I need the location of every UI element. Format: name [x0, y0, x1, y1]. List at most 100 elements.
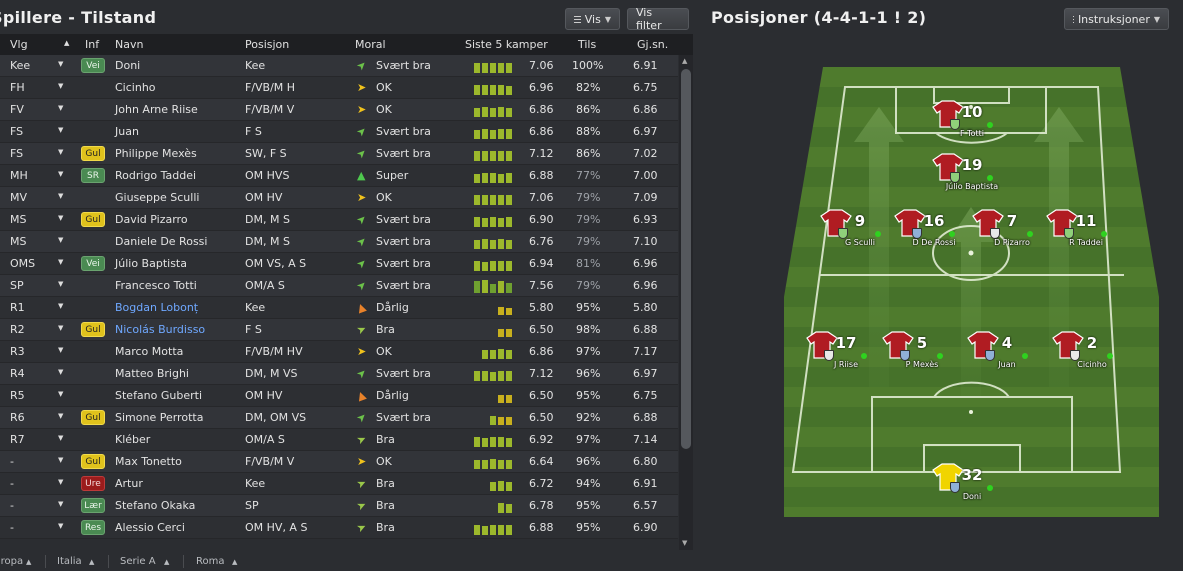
player-name[interactable]: Stefano Guberti	[115, 389, 202, 402]
instructions-button[interactable]: Instruksjoner ▼	[1064, 8, 1169, 30]
filter-button[interactable]: Vis filter	[627, 6, 689, 32]
player-name[interactable]: Stefano Okaka	[115, 499, 195, 512]
chevron-down-icon[interactable]: ▼	[58, 434, 63, 442]
chevron-down-icon[interactable]: ▼	[58, 478, 63, 486]
table-row[interactable]: FS ▼ Gul Philippe Mexès SW, F S ➤ Svært bra 7.1…	[0, 143, 678, 165]
chevron-down-icon[interactable]: ▼	[58, 236, 63, 244]
player-name[interactable]: Matteo Brighi	[115, 367, 189, 380]
player-name[interactable]: Philippe Mexès	[115, 147, 197, 160]
breadcrumb-item[interactable]: Roma	[196, 556, 225, 567]
table-row[interactable]: R2 ▼ Gul Nicolás Burdisso F S ➤ Bra 6.50 98% 6.88	[0, 319, 678, 341]
table-row[interactable]: R6 ▼ Gul Simone Perrotta DM, OM VS ➤ Svært bra…	[0, 407, 678, 429]
player-marker[interactable]: 4 Juan	[967, 331, 1047, 381]
player-name[interactable]: Max Tonetto	[115, 455, 182, 468]
player-marker[interactable]: 9 G Sculli	[820, 209, 900, 259]
selection-cell[interactable]: R2	[10, 323, 25, 336]
selection-cell[interactable]: FV	[10, 103, 24, 116]
selection-cell[interactable]: -	[10, 477, 14, 490]
player-name[interactable]: Doni	[115, 59, 140, 72]
player-name[interactable]: Kléber	[115, 433, 150, 446]
chevron-up-icon[interactable]: ▲	[232, 558, 237, 566]
player-name[interactable]: Giuseppe Sculli	[115, 191, 199, 204]
selection-cell[interactable]: MS	[10, 235, 26, 248]
chevron-down-icon[interactable]: ▼	[58, 104, 63, 112]
table-row[interactable]: MH ▼ SR Rodrigo Taddei OM HVS ▲ Super 6.88 77% 7.…	[0, 165, 678, 187]
table-row[interactable]: FH ▼ Cicinho F/VB/M H ➤ OK 6.96 82% 6.75	[0, 77, 678, 99]
selection-cell[interactable]: FS	[10, 125, 23, 138]
player-name[interactable]: Artur	[115, 477, 143, 490]
player-name[interactable]: Francesco Totti	[115, 279, 197, 292]
chevron-down-icon[interactable]: ▼	[58, 346, 63, 354]
chevron-down-icon[interactable]: ▼	[58, 60, 63, 68]
player-name[interactable]: Rodrigo Taddei	[115, 169, 196, 182]
col-tils[interactable]: Tils	[578, 38, 596, 51]
selection-cell[interactable]: R5	[10, 389, 25, 402]
selection-cell[interactable]: MH	[10, 169, 28, 182]
selection-cell[interactable]: MV	[10, 191, 27, 204]
player-marker[interactable]: 10 F Totti	[932, 100, 1012, 150]
chevron-down-icon[interactable]: ▼	[58, 214, 63, 222]
player-marker[interactable]: 16 D De Rossi	[894, 209, 974, 259]
selection-cell[interactable]: R4	[10, 367, 25, 380]
chevron-down-icon[interactable]: ▼	[58, 500, 63, 508]
selection-cell[interactable]: R3	[10, 345, 25, 358]
chevron-down-icon[interactable]: ▼	[58, 390, 63, 398]
col-gjsn[interactable]: Gj.sn.	[637, 38, 668, 51]
breadcrumb-item[interactable]: Serie A	[120, 556, 156, 567]
table-row[interactable]: R7 ▼ Kléber OM/A S ➤ Bra 6.92 97% 7.14	[0, 429, 678, 451]
selection-cell[interactable]: R7	[10, 433, 25, 446]
table-row[interactable]: FS ▼ Juan F S ➤ Svært bra 6.86 88% 6.97	[0, 121, 678, 143]
chevron-down-icon[interactable]: ▼	[58, 368, 63, 376]
selection-cell[interactable]: OMS	[10, 257, 35, 270]
scroll-up-icon[interactable]: ▲	[682, 57, 687, 65]
player-marker[interactable]: 19 Júlio Baptista	[932, 153, 1012, 203]
table-row[interactable]: - ▼ Ure Artur Kee ➤ Bra 6.72 94% 6.91	[0, 473, 678, 495]
selection-cell[interactable]: FS	[10, 147, 23, 160]
player-marker[interactable]: 5 P Mexès	[882, 331, 962, 381]
col-siste[interactable]: Siste 5 kamper	[465, 38, 548, 51]
player-name[interactable]: Bogdan Lobonț	[115, 301, 198, 314]
table-row[interactable]: FV ▼ John Arne Riise F/VB/M V ➤ OK 6.86 86% 6.86	[0, 99, 678, 121]
scrollbar[interactable]: ▲ ▼	[679, 55, 693, 550]
chevron-down-icon[interactable]: ▼	[58, 324, 63, 332]
view-button[interactable]: Vis ▼	[565, 8, 620, 30]
table-row[interactable]: - ▼ Res Alessio Cerci OM HV, A S ➤ Bra 6.88 95% 6…	[0, 517, 678, 539]
selection-cell[interactable]: R1	[10, 301, 25, 314]
player-name[interactable]: David Pizarro	[115, 213, 188, 226]
player-marker[interactable]: 32 Doni	[932, 463, 1012, 513]
chevron-down-icon[interactable]: ▼	[58, 522, 63, 530]
table-row[interactable]: - ▼ Gul Max Tonetto F/VB/M V ➤ OK 6.64 96% 6.80	[0, 451, 678, 473]
selection-cell[interactable]: -	[10, 499, 14, 512]
table-row[interactable]: SP ▼ Francesco Totti OM/A S ➤ Svært bra 7.56 79…	[0, 275, 678, 297]
chevron-down-icon[interactable]: ▼	[58, 148, 63, 156]
breadcrumb-item[interactable]: Europa	[0, 556, 23, 567]
player-marker[interactable]: 2 Cicinho	[1052, 331, 1132, 381]
chevron-down-icon[interactable]: ▼	[58, 456, 63, 464]
selection-cell[interactable]: MS	[10, 213, 26, 226]
player-name[interactable]: Nicolás Burdisso	[115, 323, 205, 336]
chevron-up-icon[interactable]: ▲	[164, 558, 169, 566]
player-name[interactable]: Cicinho	[115, 81, 156, 94]
player-marker[interactable]: 11 R Taddei	[1046, 209, 1126, 259]
table-row[interactable]: MV ▼ Giuseppe Sculli OM HV ➤ OK 7.06 79% 7.09	[0, 187, 678, 209]
chevron-down-icon[interactable]: ▼	[58, 82, 63, 90]
selection-cell[interactable]: SP	[10, 279, 24, 292]
table-row[interactable]: R4 ▼ Matteo Brighi DM, M VS ➤ Svært bra 7.12 96…	[0, 363, 678, 385]
player-name[interactable]: Simone Perrotta	[115, 411, 203, 424]
player-marker[interactable]: 17 J Riise	[806, 331, 886, 381]
chevron-down-icon[interactable]: ▼	[58, 126, 63, 134]
col-vlg[interactable]: Vlg	[10, 38, 28, 51]
col-moral[interactable]: Moral	[355, 38, 386, 51]
chevron-down-icon[interactable]: ▼	[58, 192, 63, 200]
selection-cell[interactable]: R6	[10, 411, 25, 424]
player-name[interactable]: Marco Motta	[115, 345, 183, 358]
col-navn[interactable]: Navn	[115, 38, 143, 51]
table-row[interactable]: MS ▼ Daniele De Rossi DM, M S ➤ Svært bra 6.76…	[0, 231, 678, 253]
chevron-down-icon[interactable]: ▼	[58, 412, 63, 420]
col-posisjon[interactable]: Posisjon	[245, 38, 289, 51]
table-row[interactable]: R5 ▼ Stefano Guberti OM HV ▲ Dårlig 6.50 95% 6.7…	[0, 385, 678, 407]
chevron-down-icon[interactable]: ▼	[58, 170, 63, 178]
scroll-thumb[interactable]	[681, 69, 691, 449]
chevron-down-icon[interactable]: ▼	[58, 302, 63, 310]
chevron-down-icon[interactable]: ▼	[58, 258, 63, 266]
